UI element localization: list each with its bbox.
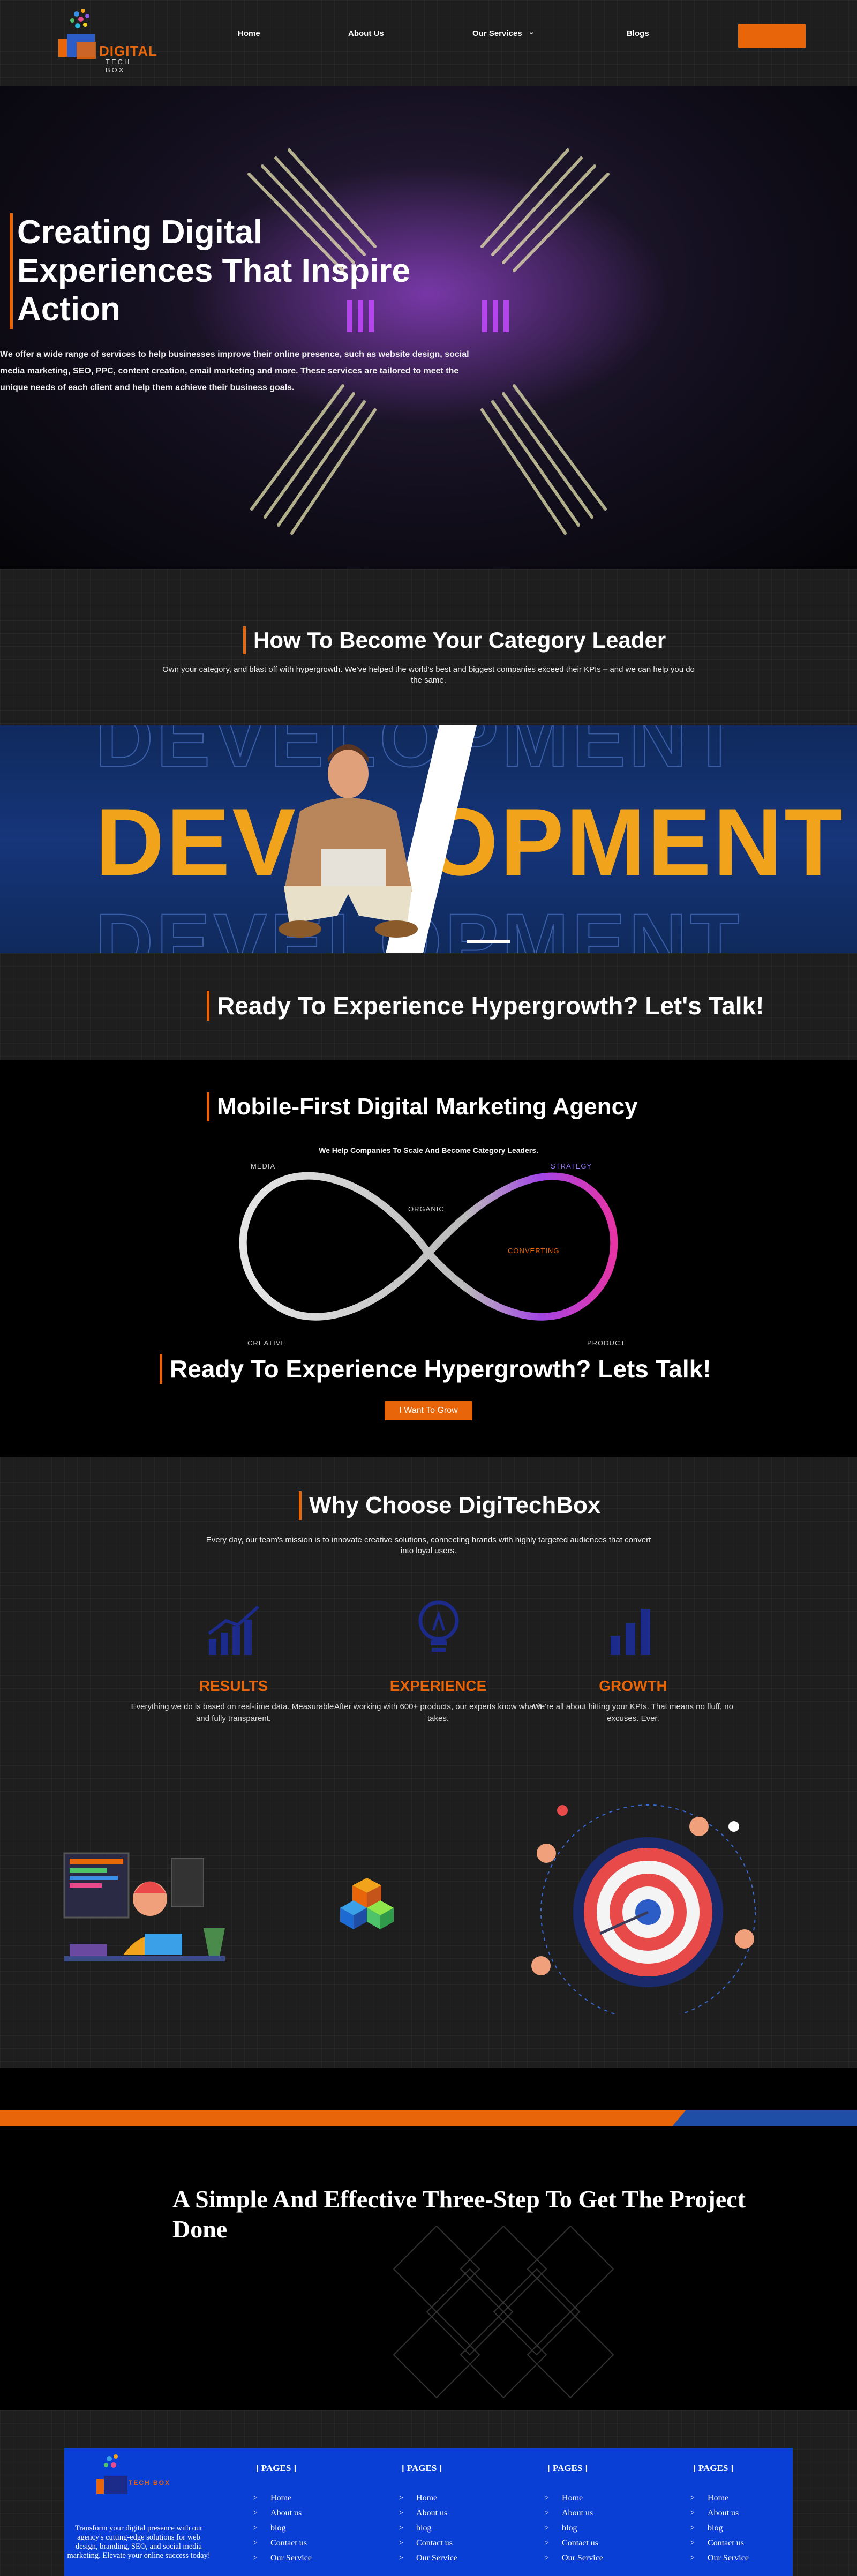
logo-subtext: TECH BOX <box>106 58 131 74</box>
label-creative: CREATIVE <box>247 1339 287 1347</box>
lightbulb-icon <box>418 1600 459 1652</box>
bar-chart-icon <box>611 1609 650 1655</box>
footer-about-text: Transform your digital presence with our… <box>67 2524 211 2560</box>
feature-growth-title: GROWTH <box>599 1678 667 1694</box>
hero-description: We offer a wide range of services to hel… <box>0 350 469 392</box>
label-media: MEDIA <box>251 1162 276 1170</box>
footer-col3-link-service[interactable]: > Our Service <box>544 2553 603 2563</box>
footer-logo-subtext: TECH BOX <box>129 2479 171 2487</box>
site-header: DIGITAL TECH BOX Home About Us Our Servi… <box>0 0 857 86</box>
footer-col2-link-contact[interactable]: > Contact us <box>399 2538 453 2548</box>
footer-col2-link-service[interactable]: > Our Service <box>399 2553 457 2563</box>
footer-col1-link-service[interactable]: > Our Service <box>253 2553 312 2563</box>
header-cta-button[interactable] <box>738 24 806 48</box>
talk-title: Ready To Experience Hypergrowth? Let's T… <box>207 991 764 1021</box>
footer-col2-link-home[interactable]: > Home <box>399 2493 437 2503</box>
footer-col3-link-contact[interactable]: > Contact us <box>544 2538 598 2548</box>
footer-col2-heading: [ PAGES ] <box>402 2463 442 2473</box>
feature-results-title: RESULTS <box>199 1678 268 1694</box>
chevron-down-icon[interactable]: ⌄ <box>528 27 535 36</box>
agency-section: Mobile-First Digital Marketing Agency We… <box>0 1060 857 1457</box>
footer-col1-link-blog[interactable]: > blog <box>253 2523 285 2533</box>
nav-blogs[interactable]: Blogs <box>627 29 649 38</box>
orange-blue-divider <box>0 2110 857 2126</box>
footer-col2-link-blog[interactable]: > blog <box>399 2523 431 2533</box>
developer-illustration <box>63 1852 225 1961</box>
footer-col4-heading: [ PAGES ] <box>693 2463 734 2473</box>
hero-title: Creating Digital Experiences That Inspir… <box>10 213 449 329</box>
footer-col1-link-contact[interactable]: > Contact us <box>253 2538 307 2548</box>
label-product: PRODUCT <box>587 1339 626 1347</box>
label-converting: CONVERTING <box>508 1247 560 1255</box>
grow-button[interactable]: I Want To Grow <box>385 1401 472 1420</box>
category-leader-section: How To Become Your Category Leader Own y… <box>0 569 857 725</box>
footer-col4-link-blog[interactable]: > blog <box>690 2523 723 2533</box>
chart-growth-icon <box>208 1605 260 1655</box>
footer-col4-link-contact[interactable]: > Contact us <box>690 2538 744 2548</box>
cubes-icon <box>340 1878 394 1929</box>
why-title: Why Choose DigiTechBox <box>299 1491 600 1520</box>
diamond-grid-graphic <box>393 2226 614 2399</box>
target-illustration <box>531 1804 756 2014</box>
nav-our-services[interactable]: Our Services <box>472 29 522 38</box>
agency-talk-title: Ready To Experience Hypergrowth? Lets Ta… <box>160 1354 711 1384</box>
label-organic: ORGANIC <box>408 1205 445 1213</box>
talk-section: Ready To Experience Hypergrowth? Let's T… <box>0 953 857 1060</box>
development-banner: DEVELOPMENT DEVELOPMENT DEVELOPMENT <box>0 725 857 953</box>
infinity-graphic <box>239 1172 618 1321</box>
footer-col3-heading: [ PAGES ] <box>547 2463 588 2473</box>
label-strategy: STRATEGY <box>551 1162 592 1170</box>
category-text: Own your category, and blast off with hy… <box>162 665 695 685</box>
footer-col3-link-about[interactable]: > About us <box>544 2508 593 2518</box>
footer-col3-link-blog[interactable]: > blog <box>544 2523 577 2533</box>
feature-experience-text: After working with 600+ products, our ex… <box>334 1702 543 1723</box>
banner-person-graphic <box>279 725 510 953</box>
footer-col4-link-service[interactable]: > Our Service <box>690 2553 749 2563</box>
footer-col4-link-home[interactable]: > Home <box>690 2493 728 2503</box>
footer-col2-link-about[interactable]: > About us <box>399 2508 447 2518</box>
hero-section: Creating Digital Experiences That Inspir… <box>0 86 857 569</box>
three-step-section: A Simple And Effective Three-Step To Get… <box>0 2068 857 2410</box>
nav-home[interactable]: Home <box>238 29 260 38</box>
footer-col1-link-about[interactable]: > About us <box>253 2508 302 2518</box>
footer-panel: TECH BOX Transform your digital presence… <box>64 2448 793 2576</box>
why-section: Why Choose DigiTechBox Every day, our te… <box>0 1457 857 2068</box>
logo-text: DIGITAL <box>99 43 158 59</box>
footer-col1-link-home[interactable]: > Home <box>253 2493 291 2503</box>
why-text: Every day, our team's mission is to inno… <box>206 1536 651 1555</box>
nav-about-us[interactable]: About Us <box>348 29 384 38</box>
feature-growth-text: We're all about hitting your KPIs. That … <box>533 1702 733 1723</box>
footer-col1-heading: [ PAGES ] <box>256 2463 297 2473</box>
footer-col4-link-about[interactable]: > About us <box>690 2508 739 2518</box>
site-logo[interactable]: DIGITAL TECH BOX <box>56 6 157 74</box>
site-footer: TECH BOX Transform your digital presence… <box>0 2410 857 2576</box>
footer-col3-link-home[interactable]: > Home <box>544 2493 583 2503</box>
feature-results-text: Everything we do is based on real-time d… <box>131 1702 336 1723</box>
feature-experience-title: EXPERIENCE <box>389 1678 487 1694</box>
category-title: How To Become Your Category Leader <box>243 626 666 654</box>
